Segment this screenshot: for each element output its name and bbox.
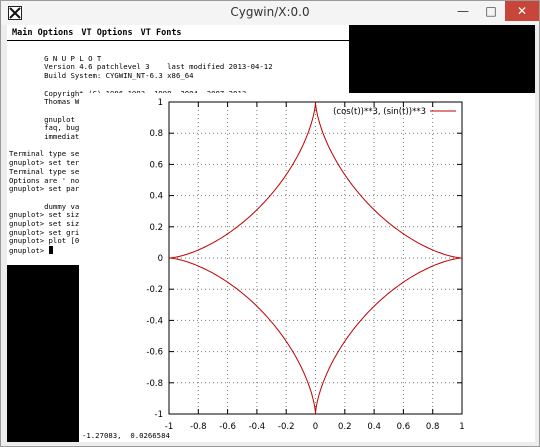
menu-main-options[interactable]: Main Options	[12, 28, 73, 38]
y-tick-label: 0.6	[149, 160, 163, 170]
menu-vt-options[interactable]: VT Options	[81, 28, 132, 38]
minimize-button[interactable]: —	[449, 1, 477, 21]
astroid-plot: -1 -0.8 -0.6 -0.4 -0.2 0 0.2 0.4 0.6 0.8 1 1 0.8 0.6 0…	[146, 98, 464, 432]
y-tick-label: 0.2	[149, 223, 163, 233]
terminal-line: dummy va	[44, 201, 80, 211]
x-tick-label: 1	[459, 422, 464, 432]
terminal-line: gnuplot> set par	[9, 184, 80, 194]
x-tick-label: 0.2	[338, 422, 352, 432]
terminal-line: gnuplot> set siz	[9, 219, 80, 229]
close-button[interactable]: ✕	[505, 1, 539, 21]
terminal-line: gnuplot> set ter	[9, 158, 80, 168]
terminal-line: gnuplot> set siz	[9, 210, 80, 220]
y-tick-label: -0.4	[146, 316, 163, 326]
terminal-line: gnuplot> set gri	[9, 227, 80, 237]
y-tick-label: 0.8	[149, 129, 163, 139]
terminal-line: Options are ' no	[9, 175, 80, 185]
terminal-line: immediat	[44, 132, 80, 142]
maximize-button[interactable]: □	[477, 1, 505, 21]
cygwin-x-window: Cygwin/X:0.0 — □ ✕ Main Options VT Optio…	[0, 0, 540, 447]
terminal-line: G N U P L O T	[44, 53, 102, 63]
x-tick-label: 0.4	[367, 422, 381, 432]
y-tick-label: 0	[158, 254, 163, 264]
y-tick-label: 0.4	[149, 192, 163, 202]
terminal-line: gnuplot> plot [0	[9, 236, 80, 246]
xterm-menu-bar: Main Options VT Options VT Fonts	[7, 25, 349, 41]
x-tick-label: 0	[313, 422, 318, 432]
terminal-line: Terminal type se	[9, 166, 80, 176]
x-tick-label: -0.4	[249, 422, 266, 432]
terminal-line: Terminal type se	[9, 149, 80, 159]
y-tick-label: -0.6	[146, 348, 163, 358]
terminal-cursor	[48, 246, 53, 255]
terminal-line: gnuplot	[44, 114, 75, 124]
y-tick-label: -0.8	[146, 379, 163, 389]
mouse-coordinates-readout: -1.27083, 0.0266584	[82, 431, 170, 440]
terminal-line: Build System: CYGWIN_NT-6.3 x86_64	[44, 71, 194, 81]
x-tick-label: -0.6	[219, 422, 236, 432]
x-tick-label: 0.8	[426, 422, 440, 432]
y-tick-label: -1	[155, 410, 163, 420]
x-tick-label: -0.2	[278, 422, 295, 432]
x-tick-label: 0.6	[397, 422, 411, 432]
terminal-line: faq, bug	[44, 123, 80, 133]
terminal-line: Thomas W	[44, 97, 80, 107]
y-tick-label: -0.2	[146, 285, 163, 295]
x-display-area: Main Options VT Options VT Fonts G N U P…	[7, 25, 535, 442]
terminal-prompt: gnuplot>	[9, 246, 49, 256]
terminal-line: Version 4.6 patchlevel 3 last modified 2…	[44, 62, 273, 72]
y-tick-label: 1	[158, 98, 163, 108]
menu-vt-fonts[interactable]: VT Fonts	[141, 28, 182, 38]
title-bar[interactable]: Cygwin/X:0.0 — □ ✕	[1, 1, 539, 25]
legend-label: (cos(t))**3, (sin(t))**3	[333, 107, 426, 117]
x-tick-label: -0.8	[190, 422, 207, 432]
gnuplot-plot-window[interactable]: -1 -0.8 -0.6 -0.4 -0.2 0 0.2 0.4 0.6 0.8 1 1 0.8 0.6 0…	[79, 93, 535, 442]
